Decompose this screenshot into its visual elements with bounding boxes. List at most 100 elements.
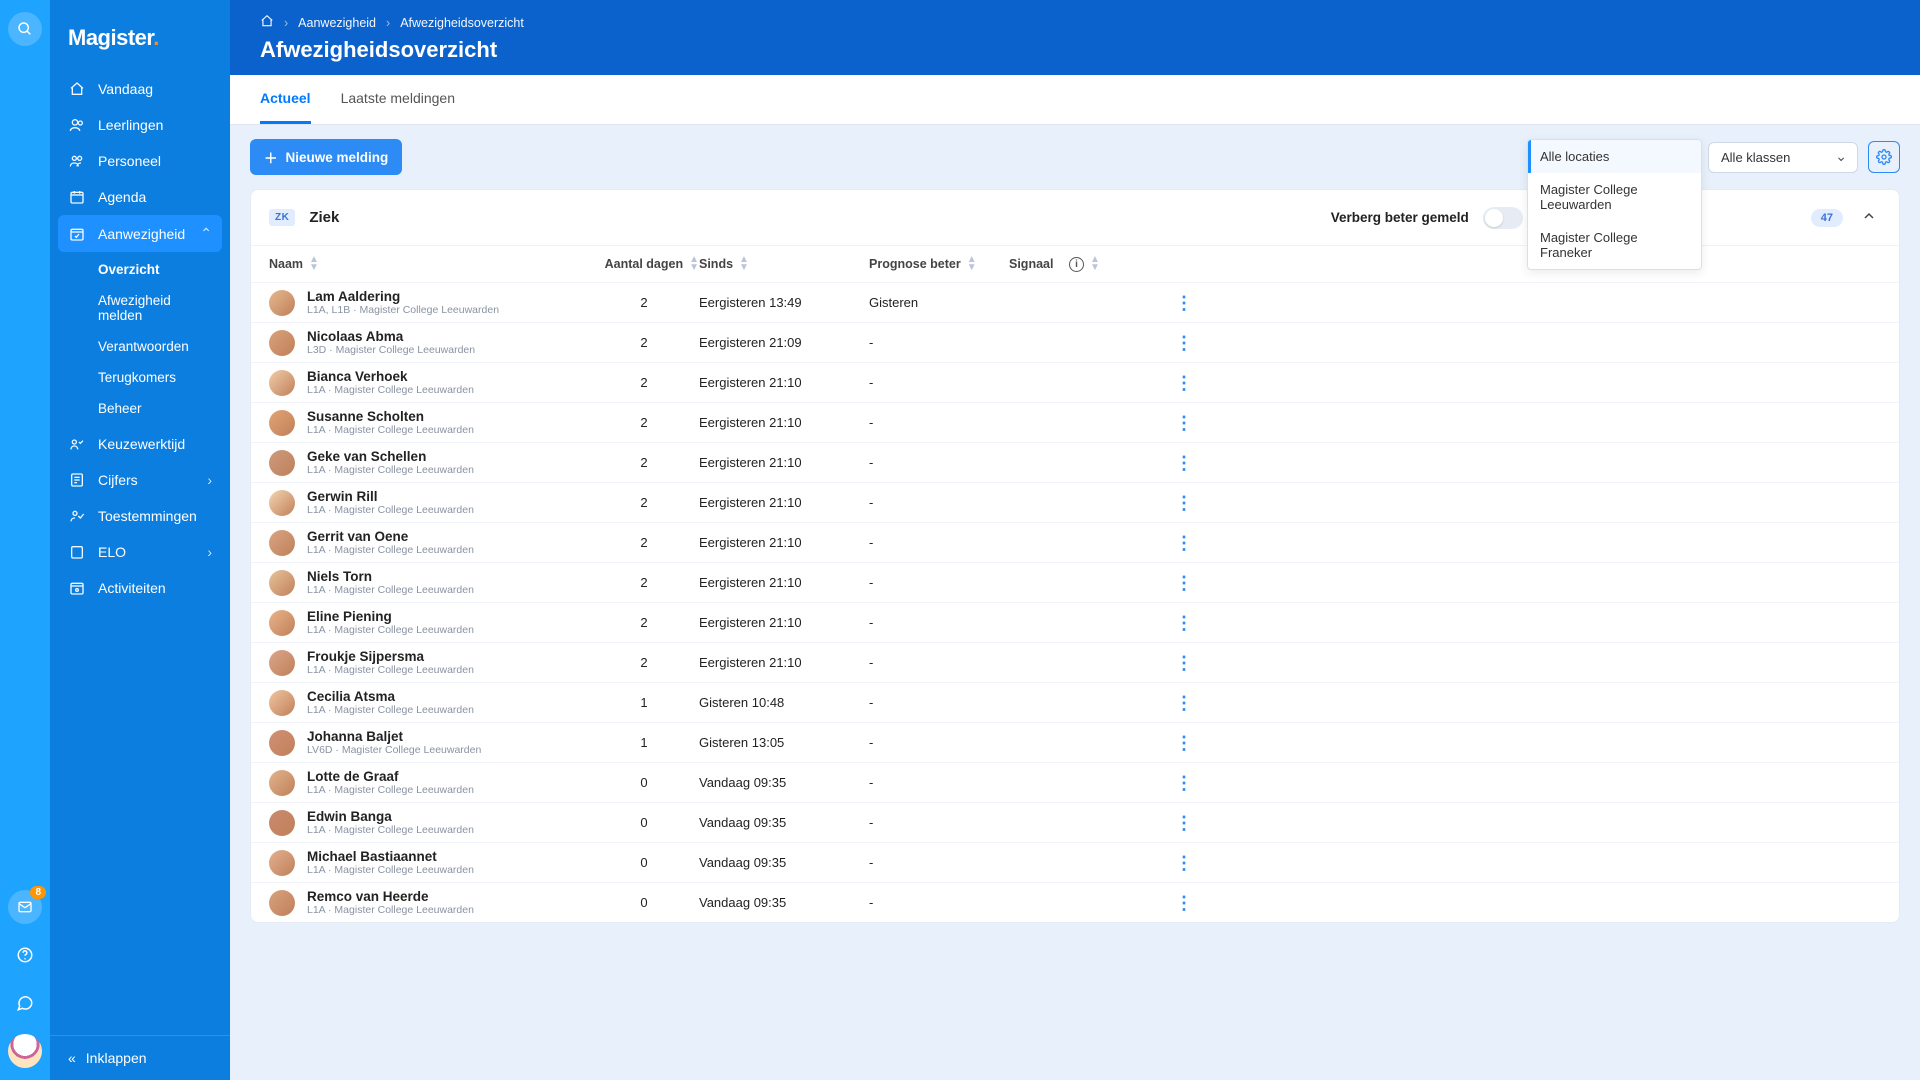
since-cell: Vandaag 09:35 xyxy=(699,895,869,910)
person-cell[interactable]: Gerwin RillL1A · Magister College Leeuwa… xyxy=(269,489,589,516)
collapse-card-button[interactable] xyxy=(1857,204,1881,231)
person-cell[interactable]: Susanne ScholtenL1A · Magister College L… xyxy=(269,409,589,436)
sidebar-item-activiteiten[interactable]: Activiteiten xyxy=(58,570,222,606)
sidebar-subitem-verantwoorden[interactable]: Verantwoorden xyxy=(58,331,222,362)
days-cell: 2 xyxy=(589,375,699,390)
row-actions-button[interactable]: ⋮ xyxy=(1169,778,1199,788)
student-name: Gerrit van Oene xyxy=(307,529,474,544)
prognosis-cell: - xyxy=(869,735,1009,750)
sidebar-subitem-afw-melden[interactable]: Afwezigheid melden xyxy=(58,285,222,331)
row-actions-button[interactable]: ⋮ xyxy=(1169,818,1199,828)
chat-icon[interactable] xyxy=(8,986,42,1020)
sidebar-subitem-terugkomers[interactable]: Terugkomers xyxy=(58,362,222,393)
row-actions-button[interactable]: ⋮ xyxy=(1169,378,1199,388)
student-name: Cecilia Atsma xyxy=(307,689,474,704)
person-cell[interactable]: Johanna BaljetLV6D · Magister College Le… xyxy=(269,729,589,756)
row-actions-button[interactable]: ⋮ xyxy=(1169,698,1199,708)
student-meta: L3D · Magister College Leeuwarden xyxy=(307,344,475,356)
row-actions-button[interactable]: ⋮ xyxy=(1169,858,1199,868)
person-cell[interactable]: Froukje SijpersmaL1A · Magister College … xyxy=(269,649,589,676)
person-cell[interactable]: Nicolaas AbmaL3D · Magister College Leeu… xyxy=(269,329,589,356)
row-actions-button[interactable]: ⋮ xyxy=(1169,738,1199,748)
sidebar-item-keuzewerktijd[interactable]: Keuzewerktijd xyxy=(58,426,222,462)
location-option[interactable]: Magister College Franeker xyxy=(1528,221,1701,269)
help-icon[interactable] xyxy=(8,938,42,972)
status-tag: ZK xyxy=(269,209,295,226)
col-signal[interactable]: Signaal i▲▼ xyxy=(1009,256,1169,272)
prognosis-cell: Gisteren xyxy=(869,295,1009,310)
sidebar-subitem-overzicht[interactable]: Overzicht xyxy=(58,254,222,285)
row-actions-button[interactable]: ⋮ xyxy=(1169,338,1199,348)
rail-bottom: 8 xyxy=(8,890,42,1068)
sidebar-subitem-beheer[interactable]: Beheer xyxy=(58,393,222,424)
breadcrumb-level2[interactable]: Afwezigheidsoverzicht xyxy=(400,16,524,30)
row-actions-button[interactable]: ⋮ xyxy=(1169,498,1199,508)
notification-badge: 8 xyxy=(30,886,46,899)
person-cell[interactable]: Michael BastiaannetL1A · Magister Colleg… xyxy=(269,849,589,876)
sidebar-item-toestemmingen[interactable]: Toestemmingen xyxy=(58,498,222,534)
breadcrumb-level1[interactable]: Aanwezigheid xyxy=(298,16,376,30)
sidebar-item-aanwezigheid[interactable]: Aanwezigheid⌃ xyxy=(58,215,222,252)
student-avatar xyxy=(269,450,295,476)
person-cell[interactable]: Gerrit van OeneL1A · Magister College Le… xyxy=(269,529,589,556)
person-cell[interactable]: Geke van SchellenL1A · Magister College … xyxy=(269,449,589,476)
student-meta: L1A · Magister College Leeuwarden xyxy=(307,384,474,396)
row-actions-button[interactable]: ⋮ xyxy=(1169,298,1199,308)
person-cell[interactable]: Niels TornL1A · Magister College Leeuwar… xyxy=(269,569,589,596)
col-prognosis[interactable]: Prognose beter▲▼ xyxy=(869,256,1009,272)
prognosis-cell: - xyxy=(869,495,1009,510)
class-dropdown[interactable]: Alle klassen xyxy=(1708,142,1858,173)
row-actions-button[interactable]: ⋮ xyxy=(1169,458,1199,468)
row-actions-button[interactable]: ⋮ xyxy=(1169,578,1199,588)
prognosis-cell: - xyxy=(869,695,1009,710)
agenda-icon xyxy=(68,189,86,205)
search-icon[interactable] xyxy=(8,12,42,46)
since-cell: Vandaag 09:35 xyxy=(699,775,869,790)
student-avatar xyxy=(269,610,295,636)
row-actions-button[interactable]: ⋮ xyxy=(1169,898,1199,908)
days-cell: 2 xyxy=(589,335,699,350)
location-option[interactable]: Alle locaties xyxy=(1528,140,1701,173)
row-actions-button[interactable]: ⋮ xyxy=(1169,618,1199,628)
days-cell: 0 xyxy=(589,815,699,830)
home-icon[interactable] xyxy=(260,14,274,31)
prognosis-cell: - xyxy=(869,815,1009,830)
row-actions-button[interactable]: ⋮ xyxy=(1169,658,1199,668)
row-actions-button[interactable]: ⋮ xyxy=(1169,418,1199,428)
user-avatar[interactable] xyxy=(8,1034,42,1068)
settings-button[interactable] xyxy=(1868,141,1900,173)
sidebar-item-agenda[interactable]: Agenda xyxy=(58,179,222,215)
person-cell[interactable]: Lam AalderingL1A, L1B · Magister College… xyxy=(269,289,589,316)
col-since[interactable]: Sinds▲▼ xyxy=(699,256,869,272)
sidebar-item-vandaag[interactable]: Vandaag xyxy=(58,71,222,107)
col-days[interactable]: Aantal dagen▲▼ xyxy=(589,256,699,272)
sidebar-item-personeel[interactable]: Personeel xyxy=(58,143,222,179)
person-cell[interactable]: Cecilia AtsmaL1A · Magister College Leeu… xyxy=(269,689,589,716)
chevron-right-icon: › xyxy=(207,544,212,560)
person-cell[interactable]: Lotte de GraafL1A · Magister College Lee… xyxy=(269,769,589,796)
mail-icon[interactable]: 8 xyxy=(8,890,42,924)
info-icon[interactable]: i xyxy=(1069,257,1084,272)
sidebar-item-leerlingen[interactable]: Leerlingen xyxy=(58,107,222,143)
location-option[interactable]: Magister College Leeuwarden xyxy=(1528,173,1701,221)
tab-actueel[interactable]: Actueel xyxy=(260,75,311,124)
collapse-sidebar-button[interactable]: « Inklappen xyxy=(50,1035,230,1080)
person-cell[interactable]: Bianca VerhoekL1A · Magister College Lee… xyxy=(269,369,589,396)
person-cell[interactable]: Eline PieningL1A · Magister College Leeu… xyxy=(269,609,589,636)
table-row: Johanna BaljetLV6D · Magister College Le… xyxy=(251,722,1899,762)
main-column: › Aanwezigheid › Afwezigheidsoverzicht A… xyxy=(230,0,1920,1080)
hide-reported-toggle[interactable] xyxy=(1483,207,1523,229)
person-cell[interactable]: Edwin BangaL1A · Magister College Leeuwa… xyxy=(269,809,589,836)
student-meta: L1A · Magister College Leeuwarden xyxy=(307,584,474,596)
person-cell[interactable]: Remco van HeerdeL1A · Magister College L… xyxy=(269,889,589,916)
new-report-button[interactable]: ＋ Nieuwe melding xyxy=(250,139,402,175)
student-meta: L1A · Magister College Leeuwarden xyxy=(307,824,474,836)
since-cell: Eergisteren 13:49 xyxy=(699,295,869,310)
sidebar-item-label: ELO xyxy=(98,544,126,560)
tab-laatste-meldingen[interactable]: Laatste meldingen xyxy=(341,75,455,124)
sidebar-item-elo[interactable]: ELO › xyxy=(58,534,222,570)
prognosis-cell: - xyxy=(869,415,1009,430)
sidebar-item-cijfers[interactable]: Cijfers› xyxy=(58,462,222,498)
col-name[interactable]: Naam▲▼ xyxy=(269,256,589,272)
row-actions-button[interactable]: ⋮ xyxy=(1169,538,1199,548)
